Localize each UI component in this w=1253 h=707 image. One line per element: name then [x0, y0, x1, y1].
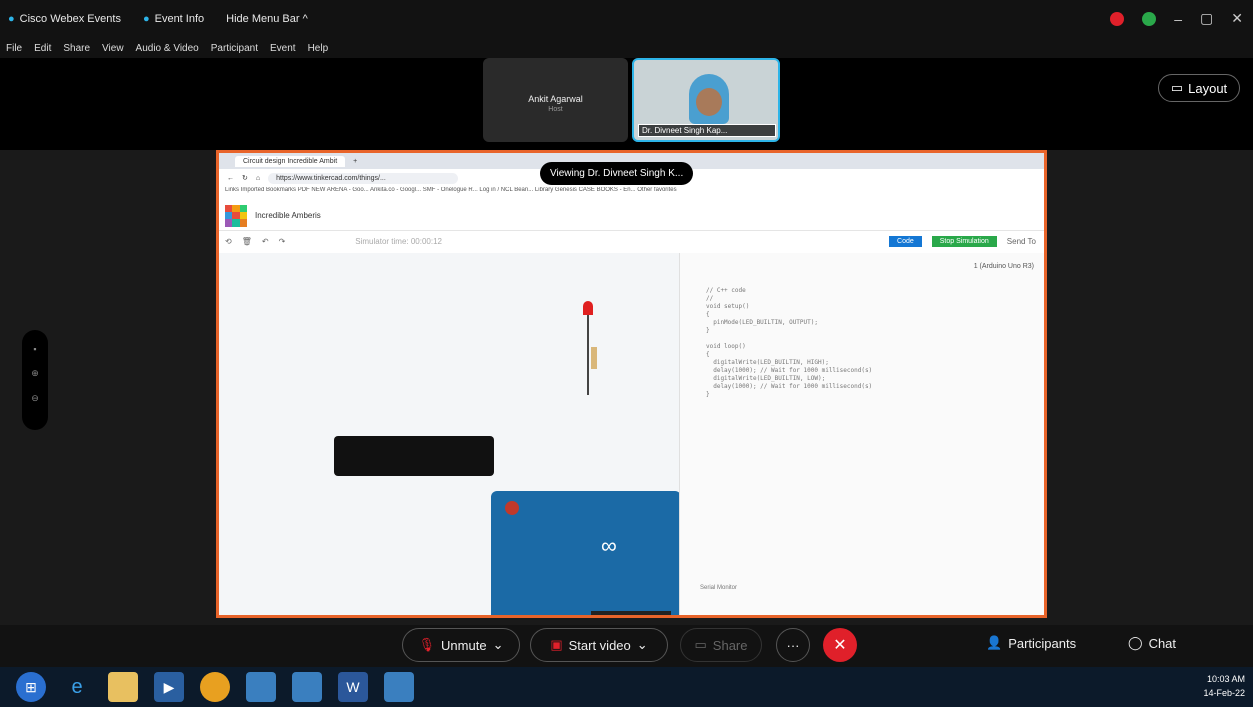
close-icon: ✕: [833, 637, 847, 654]
system-clock[interactable]: 10:03 AM 14-Feb-22: [1203, 672, 1245, 700]
menu-file[interactable]: File: [6, 43, 22, 54]
participants-icon: 👤: [986, 635, 1003, 650]
media-player-icon[interactable]: ▶: [154, 672, 184, 702]
share-icon: ▭: [694, 637, 707, 652]
tinkercad-logo: [225, 204, 247, 227]
reload-icon[interactable]: ↻: [242, 174, 248, 182]
explorer-icon[interactable]: [108, 672, 138, 702]
rotate-icon[interactable]: ⟲: [225, 237, 232, 246]
restore-icon[interactable]: ▢: [1200, 10, 1213, 27]
windows-taskbar: ⊞ e ▶ W: [0, 667, 1253, 707]
window-controls: – ▢ ✕: [1110, 10, 1243, 27]
zoom-out-icon[interactable]: ⊖: [22, 393, 48, 404]
sim-timer: Simulator time: 00:00:12: [355, 236, 442, 246]
zoom-controls: ▪ ⊕ ⊖: [22, 330, 48, 430]
bookmarks-bar: Links Imported Bookmarks PDF NEW ARENA -…: [225, 187, 677, 193]
minimize-icon[interactable]: –: [1174, 11, 1182, 27]
more-icon: ···: [786, 637, 800, 653]
url-field[interactable]: https://www.tinkercad.com/things/...: [268, 172, 459, 184]
reset-button[interactable]: [505, 501, 519, 515]
home-icon[interactable]: ⌂: [256, 175, 260, 182]
video-off-icon: ▣: [550, 637, 563, 652]
redo-icon[interactable]: ↷: [279, 237, 286, 246]
tinkercad-header: Incredible Amberis: [219, 201, 1044, 231]
start-icon[interactable]: ⊞: [16, 672, 46, 702]
resistor-component[interactable]: [591, 347, 597, 369]
chrome-app-2-icon[interactable]: [292, 672, 322, 702]
layout-button[interactable]: ▭ Layout: [1158, 74, 1240, 102]
zoom-fit-icon[interactable]: ▪: [22, 344, 48, 354]
chevron-down-icon: ⌄: [636, 637, 648, 652]
participants-button[interactable]: 👤 Participants: [986, 635, 1076, 651]
recording-icon: [1110, 11, 1125, 26]
viewing-banner: Viewing Dr. Divneet Singh K...: [540, 162, 694, 185]
menu-view[interactable]: View: [102, 43, 124, 54]
circuit-canvas[interactable]: ∞: [219, 253, 681, 615]
arduino-board[interactable]: ∞: [491, 491, 681, 615]
hide-menu-bar-button[interactable]: Hide Menu Bar ^: [226, 13, 308, 25]
code-text[interactable]: // C++ code // void setup() { pinMode(LE…: [680, 253, 1044, 399]
led-leads: [587, 315, 589, 395]
event-info-button[interactable]: ● Event Info: [143, 13, 204, 25]
share-button[interactable]: ▭ Share: [680, 628, 762, 662]
chat-icon: ◯: [1128, 635, 1143, 650]
status-icon: [1142, 11, 1157, 26]
editor-mode-select[interactable]: 1 (Arduino Uno R3): [974, 263, 1034, 270]
more-options-button[interactable]: ···: [776, 628, 810, 662]
led-component[interactable]: [583, 301, 593, 315]
webex-icon[interactable]: [384, 672, 414, 702]
menu-bar: File Edit Share View Audio & Video Parti…: [0, 38, 340, 58]
back-icon[interactable]: ←: [227, 175, 234, 182]
app-title: ● Cisco Webex Events: [8, 13, 121, 25]
menu-help[interactable]: Help: [308, 43, 329, 54]
end-call-button[interactable]: ✕: [823, 628, 857, 662]
editor-toolbar: ⟲ 🗑 ↶ ↷ Simulator time: 00:00:12 Code St…: [219, 231, 1044, 251]
menu-share[interactable]: Share: [63, 43, 90, 54]
send-to-button[interactable]: Send To: [1007, 237, 1036, 246]
stop-simulation-button[interactable]: Stop Simulation: [931, 235, 997, 247]
participant-tile-host[interactable]: Ankit Agarwal Host: [483, 58, 628, 142]
delete-icon[interactable]: 🗑: [242, 237, 252, 246]
chevron-down-icon: ⌄: [492, 637, 504, 652]
participant-tile-presenter[interactable]: Dr. Divneet Singh Kap...: [632, 58, 780, 142]
word-icon[interactable]: W: [338, 672, 368, 702]
info-icon: ●: [142, 13, 150, 25]
video-face: [696, 88, 722, 116]
project-title[interactable]: Incredible Amberis: [255, 211, 321, 220]
menu-audio-video[interactable]: Audio & Video: [136, 43, 199, 54]
chrome-icon[interactable]: [200, 672, 230, 702]
usb-cable: [334, 436, 494, 476]
shared-screen[interactable]: Circuit design Incredible Ambit + ← ↻ ⌂ …: [216, 150, 1047, 618]
start-video-button[interactable]: ▣ Start video ⌄: [530, 628, 668, 662]
chrome-app-icon[interactable]: [246, 672, 276, 702]
code-button[interactable]: Code: [889, 235, 922, 247]
menu-event[interactable]: Event: [270, 43, 296, 54]
unmute-button[interactable]: 🎙 Unmute ⌄: [402, 628, 520, 662]
ie-icon[interactable]: e: [62, 672, 92, 702]
chat-button[interactable]: ◯ Chat: [1128, 635, 1176, 651]
participant-name-label: Dr. Divneet Singh Kap...: [638, 124, 776, 137]
arduino-logo: ∞: [601, 533, 617, 558]
menu-participant[interactable]: Participant: [211, 43, 258, 54]
code-editor[interactable]: 1 (Arduino Uno R3) // C++ code // void s…: [679, 253, 1044, 615]
close-icon[interactable]: ✕: [1231, 10, 1243, 27]
layout-icon: ▭: [1170, 80, 1184, 95]
browser-tab[interactable]: Circuit design Incredible Ambit: [235, 155, 346, 167]
chip: [591, 611, 671, 615]
undo-icon[interactable]: ↶: [262, 237, 269, 246]
mic-muted-icon: 🎙: [418, 637, 436, 652]
webex-logo-icon: ●: [8, 13, 15, 25]
window-titlebar: ● Cisco Webex Events ● Event Info Hide Men…: [0, 0, 1253, 38]
menu-edit[interactable]: Edit: [34, 43, 51, 54]
new-tab-icon[interactable]: +: [353, 158, 357, 165]
zoom-in-icon[interactable]: ⊕: [22, 368, 48, 379]
serial-monitor-button[interactable]: Serial Monitor: [700, 585, 737, 591]
